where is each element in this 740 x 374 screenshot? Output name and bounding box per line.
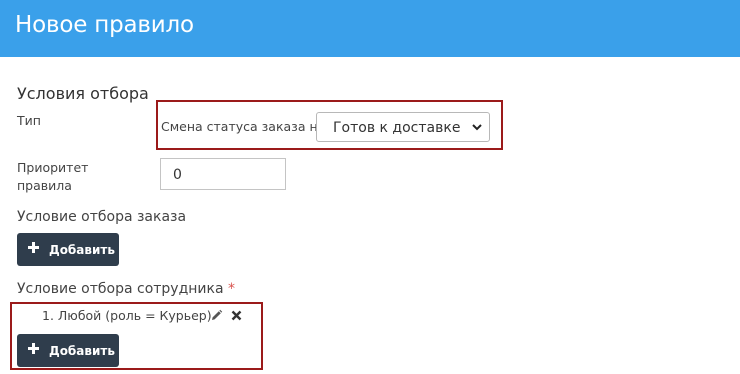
- employee-condition-label: Условие отбора сотрудника: [17, 281, 224, 297]
- type-prefix-label: Смена статуса заказа на: [161, 119, 326, 134]
- status-select[interactable]: Готов к доставке: [316, 112, 490, 142]
- status-select-value: Готов к доставке: [333, 120, 461, 136]
- priority-input[interactable]: 0: [160, 158, 286, 190]
- page-title: Новое правило: [15, 12, 194, 38]
- priority-value: 0: [173, 167, 182, 183]
- header-bar: Новое правило: [0, 0, 740, 57]
- plus-icon: [28, 343, 39, 354]
- priority-label-line2: правила: [17, 178, 72, 193]
- add-button-label: Добавить: [49, 344, 115, 358]
- list-item: 1. Любой (роль = Курьер): [42, 308, 212, 323]
- pencil-icon[interactable]: [210, 309, 223, 322]
- required-mark: *: [228, 281, 236, 297]
- order-condition-title: Условие отбора заказа: [17, 209, 187, 225]
- add-button-label: Добавить: [49, 243, 115, 257]
- priority-label-line1: Приоритет: [17, 160, 89, 175]
- add-order-condition-button[interactable]: Добавить: [17, 233, 119, 266]
- close-icon[interactable]: [231, 310, 242, 321]
- employee-condition-title: Условие отбора сотрудника *: [17, 281, 235, 297]
- add-employee-condition-button[interactable]: Добавить: [17, 334, 119, 367]
- type-label: Тип: [17, 113, 41, 128]
- chevron-down-icon: [472, 124, 482, 131]
- plus-icon: [28, 242, 39, 253]
- section-title: Условия отбора: [17, 84, 149, 103]
